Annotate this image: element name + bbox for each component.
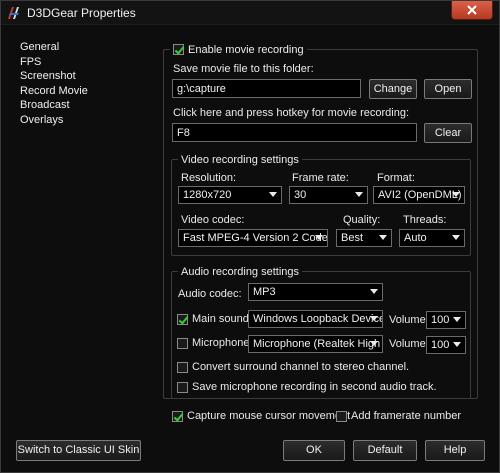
framerate-select[interactable]: 30 xyxy=(289,186,368,204)
ok-button[interactable]: OK xyxy=(283,440,345,461)
mic-volume-value: 100 xyxy=(431,339,450,351)
video-codec-label: Video codec: xyxy=(181,214,245,226)
window-title: D3DGear Properties xyxy=(27,6,136,20)
audio-codec-select[interactable]: MP3 xyxy=(248,283,383,301)
close-button[interactable] xyxy=(451,1,493,20)
help-button[interactable]: Help xyxy=(425,440,485,461)
audio-codec-value: MP3 xyxy=(253,286,276,298)
capture-cursor-check[interactable] xyxy=(172,410,183,422)
movie-folder-input[interactable] xyxy=(172,79,361,98)
threads-label: Threads: xyxy=(403,214,447,226)
mic-volume-label: Volume: xyxy=(389,338,429,350)
chevron-down-icon xyxy=(453,342,461,347)
nav-item-general[interactable]: General xyxy=(20,40,88,55)
settings-nav: General FPS Screenshot Record Movie Broa… xyxy=(20,40,88,128)
properties-window: D3DGear Properties General FPS Screensho… xyxy=(0,0,500,473)
main-volume-label: Volume: xyxy=(389,314,429,326)
surround-to-stereo-label: Convert surround channel to stereo chann… xyxy=(192,361,410,373)
quality-label: Quality: xyxy=(343,214,381,226)
main-sound-label: Main sound: xyxy=(192,313,252,325)
framerate-number-label: Add framerate number xyxy=(351,410,462,422)
framerate-label: Frame rate: xyxy=(292,172,349,184)
nav-item-broadcast[interactable]: Broadcast xyxy=(20,98,88,113)
chevron-down-icon xyxy=(370,341,378,346)
nav-item-fps[interactable]: FPS xyxy=(20,55,88,70)
enable-movie-recording-check[interactable] xyxy=(173,44,184,55)
second-audio-track-label: Save microphone recording in second audi… xyxy=(192,381,437,393)
chevron-down-icon xyxy=(315,235,323,240)
hotkey-label: Click here and press hotkey for movie re… xyxy=(173,107,409,119)
chevron-down-icon xyxy=(452,235,460,240)
main-sound-check[interactable] xyxy=(177,313,188,325)
format-label: Format: xyxy=(377,172,415,184)
audio-settings-title: Audio recording settings xyxy=(178,264,303,279)
video-settings-title: Video recording settings xyxy=(178,152,302,167)
surround-to-stereo-checkbox[interactable]: Convert surround channel to stereo chann… xyxy=(177,361,409,373)
resolution-value: 1280x720 xyxy=(183,189,232,201)
hotkey-input[interactable] xyxy=(172,123,417,142)
save-folder-label: Save movie file to this folder: xyxy=(173,63,314,75)
chevron-down-icon xyxy=(269,192,277,197)
mic-volume-select[interactable]: 100 xyxy=(426,336,466,354)
main-sound-checkbox[interactable]: Main sound: xyxy=(177,313,252,325)
video-codec-select[interactable]: Fast MPEG-4 Version 2 Codec xyxy=(178,229,328,247)
microphone-checkbox[interactable]: Microphone: xyxy=(177,337,253,349)
switch-classic-skin-button[interactable]: Switch to Classic UI Skin xyxy=(16,440,141,461)
microphone-check[interactable] xyxy=(177,337,188,349)
framerate-number-checkbox[interactable]: Add framerate number xyxy=(336,410,461,422)
framerate-value: 30 xyxy=(294,189,307,201)
microphone-device-select[interactable]: Microphone (Realtek High D xyxy=(248,335,383,353)
format-value: AVI2 (OpenDML) xyxy=(378,189,462,201)
format-select[interactable]: AVI2 (OpenDML) xyxy=(373,186,465,204)
d3dgear-logo-icon xyxy=(7,6,21,20)
second-audio-track-check[interactable] xyxy=(177,381,188,393)
capture-cursor-checkbox[interactable]: Capture mouse cursor movement xyxy=(172,410,350,422)
main-volume-value: 100 xyxy=(431,314,450,326)
threads-select[interactable]: Auto xyxy=(399,229,465,247)
chevron-down-icon xyxy=(453,317,461,322)
threads-value: Auto xyxy=(404,232,427,244)
video-codec-value: Fast MPEG-4 Version 2 Codec xyxy=(183,232,328,244)
nav-item-record-movie[interactable]: Record Movie xyxy=(20,84,88,99)
microphone-device-value: Microphone (Realtek High D xyxy=(253,338,383,350)
chevron-down-icon xyxy=(379,235,387,240)
second-audio-track-checkbox[interactable]: Save microphone recording in second audi… xyxy=(177,381,437,393)
main-sound-device-value: Windows Loopback Device xyxy=(253,313,383,325)
quality-value: Best xyxy=(341,232,364,244)
enable-movie-recording-checkbox[interactable]: Enable movie recording xyxy=(170,42,307,57)
framerate-number-check[interactable] xyxy=(336,410,347,422)
resolution-label: Resolution: xyxy=(181,172,237,184)
capture-cursor-label: Capture mouse cursor movement xyxy=(187,410,351,422)
default-button[interactable]: Default xyxy=(353,440,417,461)
enable-movie-recording-label: Enable movie recording xyxy=(188,43,304,56)
main-volume-select[interactable]: 100 xyxy=(426,311,466,329)
surround-to-stereo-check[interactable] xyxy=(177,361,188,373)
clear-hotkey-button[interactable]: Clear xyxy=(424,123,472,143)
close-icon xyxy=(467,5,477,15)
open-folder-button[interactable]: Open xyxy=(424,79,472,99)
chevron-down-icon xyxy=(370,289,378,294)
change-folder-button[interactable]: Change xyxy=(369,79,417,99)
quality-select[interactable]: Best xyxy=(336,229,392,247)
microphone-label: Microphone: xyxy=(192,337,253,349)
chevron-down-icon xyxy=(452,192,460,197)
main-sound-device-select[interactable]: Windows Loopback Device xyxy=(248,310,383,328)
resolution-select[interactable]: 1280x720 xyxy=(178,186,282,204)
chevron-down-icon xyxy=(355,192,363,197)
title-bar: D3DGear Properties xyxy=(1,1,499,25)
chevron-down-icon xyxy=(370,316,378,321)
nav-item-overlays[interactable]: Overlays xyxy=(20,113,88,128)
nav-item-screenshot[interactable]: Screenshot xyxy=(20,69,88,84)
audio-codec-label: Audio codec: xyxy=(178,288,242,300)
